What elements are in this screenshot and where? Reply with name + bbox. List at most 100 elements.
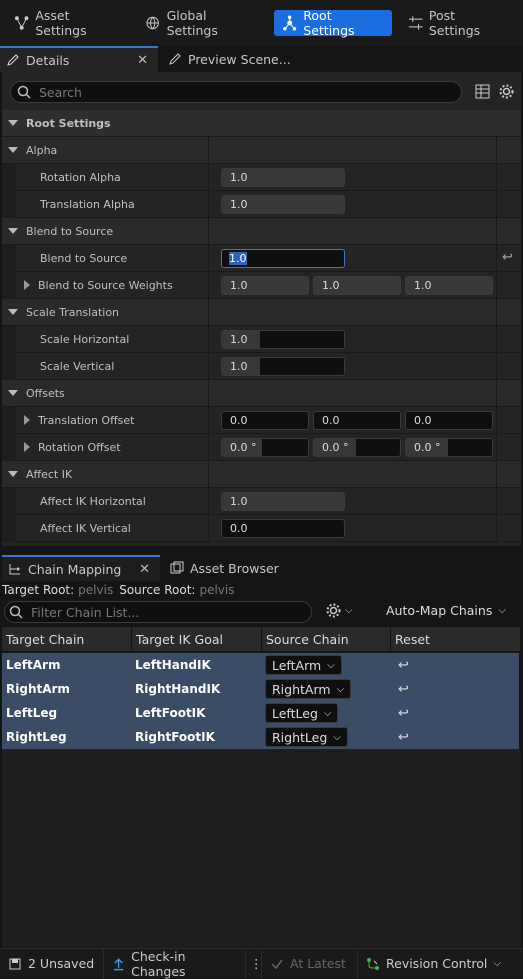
root-settings-label: Root Settings: [303, 8, 355, 38]
translation-offset-y-input[interactable]: 0.0: [313, 411, 401, 430]
affect-ik-horizontal-input[interactable]: 1.0: [221, 492, 345, 511]
group-affect-ik[interactable]: Affect IK: [2, 461, 521, 488]
column-divider: [496, 326, 497, 353]
rotation-offset-y-input[interactable]: 0.0 °: [313, 438, 401, 457]
group-offsets[interactable]: Offsets: [2, 380, 521, 407]
root-settings-button[interactable]: Root Settings: [273, 8, 392, 38]
tab-details[interactable]: Details ✕: [0, 46, 158, 72]
tab-preview-scene[interactable]: Preview Scene...: [162, 46, 297, 72]
column-target-chain[interactable]: Target Chain: [2, 627, 132, 651]
reset-icon[interactable]: ↩: [398, 682, 409, 697]
source-chain-dropdown[interactable]: LeftLeg ⌵: [265, 703, 339, 723]
expand-caret-icon[interactable]: [24, 415, 30, 425]
gear-icon[interactable]: [499, 84, 514, 99]
filter-chain-input[interactable]: Filter Chain List...: [4, 601, 312, 623]
source-chain-dropdown[interactable]: LeftArm ⌵: [265, 655, 342, 675]
indent-bar: [2, 272, 16, 299]
global-settings-label: Global Settings: [166, 8, 218, 38]
root-info: Target Root: pelvis Source Root: pelvis: [2, 581, 241, 599]
value-text: 1.0: [414, 279, 432, 292]
check-in-label: Check-in Changes: [131, 948, 186, 979]
auto-map-chains-button[interactable]: Auto-Map Chains ⌵: [386, 603, 506, 618]
rotation-offset-z-input[interactable]: 0.0 °: [405, 438, 493, 457]
details-search-input[interactable]: Search: [10, 81, 462, 103]
more-options-icon[interactable]: ⋮: [246, 948, 263, 979]
group-blend-to-source[interactable]: Blend to Source: [2, 218, 521, 245]
category-root-settings[interactable]: Root Settings: [2, 110, 521, 137]
target-ik-goal-cell: LeftFootIK: [135, 706, 206, 720]
column-source-chain[interactable]: Source Chain: [262, 627, 391, 651]
global-settings-button[interactable]: Global Settings: [137, 8, 266, 38]
group-offsets-label: Offsets: [26, 386, 65, 400]
check-in-changes-button[interactable]: Check-in Changes: [104, 948, 246, 979]
tab-asset-browser[interactable]: Asset Browser: [164, 555, 285, 581]
value-text: 1.0: [230, 360, 248, 373]
value-text: 1.0: [230, 279, 248, 292]
prop-blend-to-source-weights: Blend to Source Weights 1.0 1.0 1.0: [2, 272, 521, 299]
translation-alpha-input[interactable]: 1.0: [221, 195, 345, 214]
table-row[interactable]: LeftLeg LeftFootIK LeftLeg ⌵ ↩: [2, 701, 519, 725]
reset-icon[interactable]: ↩: [398, 706, 409, 721]
reset-icon[interactable]: ↩: [398, 730, 409, 745]
scale-horizontal-input[interactable]: 1.0: [221, 330, 345, 349]
group-alpha[interactable]: Alpha: [2, 137, 521, 164]
chain-settings-button[interactable]: ⌵: [326, 603, 353, 618]
column-divider: [496, 299, 497, 326]
target-root-label: Target Root:: [2, 583, 75, 597]
value-text: 0.0: [414, 414, 432, 427]
prop-label: Scale Vertical: [40, 359, 115, 373]
column-reset[interactable]: Reset: [391, 627, 521, 651]
translation-offset-x-input[interactable]: 0.0: [221, 411, 309, 430]
expand-caret-icon[interactable]: [24, 442, 30, 452]
column-divider: [496, 515, 497, 542]
reset-to-default-icon[interactable]: ↩: [502, 250, 513, 265]
chevron-down-icon: ⌵: [345, 605, 353, 616]
close-icon[interactable]: ✕: [139, 562, 150, 577]
collapse-caret-icon: [8, 471, 18, 477]
indent-bar: [2, 245, 16, 272]
tab-chain-mapping-label: Chain Mapping: [28, 561, 122, 577]
column-divider: [208, 461, 209, 488]
tab-chain-mapping[interactable]: Chain Mapping ✕: [2, 555, 160, 581]
rotation-alpha-input[interactable]: 1.0: [221, 168, 345, 187]
affect-ik-vertical-input[interactable]: 0.0: [221, 519, 345, 538]
post-settings-button[interactable]: Post Settings: [400, 8, 516, 38]
rotation-offset-x-input[interactable]: 0.0 °: [221, 438, 309, 457]
group-scale-translation[interactable]: Scale Translation: [2, 299, 521, 326]
close-icon[interactable]: ✕: [137, 53, 148, 68]
value-text: 1.0: [229, 252, 247, 265]
collapse-caret-icon: [8, 309, 18, 315]
unsaved-button[interactable]: 2 Unsaved: [0, 948, 104, 979]
reset-icon[interactable]: ↩: [398, 658, 409, 673]
prop-label: Rotation Offset: [38, 440, 121, 454]
table-view-icon[interactable]: [475, 84, 490, 99]
column-target-ik-goal[interactable]: Target IK Goal: [132, 627, 262, 651]
translation-offset-z-input[interactable]: 0.0: [405, 411, 493, 430]
column-divider: [496, 434, 497, 461]
source-root-value: pelvis: [199, 583, 235, 597]
table-row[interactable]: RightLeg RightFootIK RightLeg ⌵ ↩: [2, 725, 519, 749]
target-ik-goal-cell: RightHandIK: [135, 682, 221, 696]
source-chain-dropdown[interactable]: RightLeg ⌵: [265, 727, 348, 747]
source-chain-dropdown[interactable]: RightArm ⌵: [265, 679, 352, 699]
table-row[interactable]: LeftArm LeftHandIK LeftArm ⌵ ↩: [2, 653, 519, 677]
at-latest-button[interactable]: At Latest: [262, 948, 358, 979]
weights-z-input[interactable]: 1.0: [405, 276, 493, 295]
blend-to-source-input[interactable]: 1.0: [221, 249, 345, 268]
group-affect-ik-label: Affect IK: [26, 467, 73, 481]
chain-mapping-icon: [9, 564, 20, 575]
revision-control-label: Revision Control: [386, 956, 488, 971]
checkmark-icon: [271, 959, 283, 969]
revision-control-button[interactable]: Revision Control ⌵: [358, 949, 509, 979]
prop-label: Blend to Source Weights: [38, 278, 173, 292]
scale-vertical-input[interactable]: 1.0: [221, 357, 345, 376]
asset-settings-button[interactable]: Asset Settings: [6, 8, 129, 38]
pencil-icon: [169, 53, 181, 65]
table-row[interactable]: RightArm RightHandIK RightArm ⌵ ↩: [2, 677, 519, 701]
target-chain-cell: LeftLeg: [6, 706, 58, 720]
prop-rotation-alpha: Rotation Alpha 1.0: [2, 164, 521, 191]
expand-caret-icon[interactable]: [24, 280, 30, 290]
column-divider: [496, 218, 497, 245]
weights-y-input[interactable]: 1.0: [313, 276, 401, 295]
weights-x-input[interactable]: 1.0: [221, 276, 309, 295]
